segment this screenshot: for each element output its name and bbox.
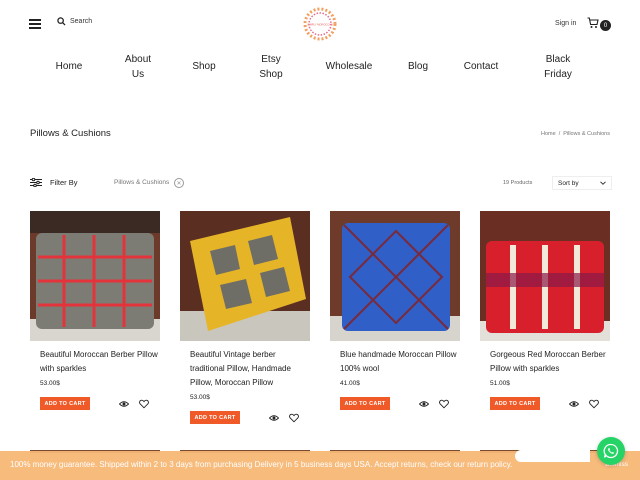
- product-name[interactable]: Beautiful Moroccan Berber Pillow with sp…: [40, 348, 158, 376]
- search-button[interactable]: Search: [57, 17, 92, 26]
- filter-bar: Filter By Pillows & Cushions ✕ 19 Produc…: [30, 176, 612, 190]
- product-card: Beautiful Vintage berber traditional Pil…: [180, 211, 310, 424]
- whatsapp-label-pill: [515, 450, 590, 462]
- whatsapp-chat-button[interactable]: [597, 437, 625, 465]
- breadcrumb-home[interactable]: Home: [541, 131, 556, 137]
- nav-wholesale[interactable]: Wholesale: [319, 59, 379, 74]
- add-to-cart-button[interactable]: ADD TO CART: [490, 397, 540, 410]
- quick-view-eye-icon[interactable]: [569, 399, 579, 409]
- breadcrumb-current: Pillows & Cushions: [563, 131, 610, 137]
- nav-about-us[interactable]: About Us: [118, 52, 158, 82]
- wishlist-heart-icon[interactable]: [289, 413, 299, 423]
- cart-icon: [587, 17, 599, 28]
- site-header: Search SIMPLY MOROCCAN Sign in 0: [0, 0, 640, 48]
- product-name[interactable]: Blue handmade Moroccan Pillow 100% wool: [340, 348, 458, 376]
- search-icon: [57, 17, 66, 26]
- add-to-cart-button[interactable]: ADD TO CART: [190, 411, 240, 424]
- product-image[interactable]: [480, 211, 610, 341]
- wishlist-heart-icon[interactable]: [589, 399, 599, 409]
- site-logo[interactable]: SIMPLY MOROCCAN: [302, 6, 338, 42]
- sort-by-select[interactable]: Sort by: [552, 176, 612, 190]
- sort-by-label: Sort by: [558, 180, 579, 187]
- add-to-cart-button[interactable]: ADD TO CART: [340, 397, 390, 410]
- quick-view-eye-icon[interactable]: [419, 399, 429, 409]
- breadcrumb: Home / Pillows & Cushions: [541, 131, 610, 137]
- remove-filter-close-icon[interactable]: ✕: [174, 178, 184, 188]
- product-image[interactable]: [330, 211, 460, 341]
- filter-sliders-icon[interactable]: [30, 178, 42, 187]
- sign-in-link[interactable]: Sign in: [555, 20, 576, 27]
- nav-blog[interactable]: Blog: [398, 59, 438, 74]
- search-label: Search: [70, 18, 93, 25]
- nav-black-friday[interactable]: Black Friday: [535, 52, 581, 82]
- product-price: 51.00$: [490, 380, 510, 387]
- breadcrumb-separator: /: [558, 131, 561, 137]
- product-count: 19 Products: [503, 180, 533, 186]
- product-price: 53.00$: [40, 380, 60, 387]
- page-title: Pillows & Cushions: [30, 128, 111, 139]
- add-to-cart-button[interactable]: ADD TO CART: [40, 397, 90, 410]
- quick-view-eye-icon[interactable]: [269, 413, 279, 423]
- wishlist-heart-icon[interactable]: [139, 399, 149, 409]
- wishlist-heart-icon[interactable]: [439, 399, 449, 409]
- product-card: Gorgeous Red Moroccan Berber Pillow with…: [480, 211, 610, 410]
- active-filter-chip: Pillows & Cushions: [114, 179, 170, 186]
- filter-by-button[interactable]: Filter By: [50, 178, 78, 187]
- nav-shop[interactable]: Shop: [184, 59, 224, 74]
- banner-text: 100% money guarantee. Shipped within 2 t…: [10, 460, 513, 469]
- nav-home[interactable]: Home: [44, 59, 94, 74]
- cart-count-badge: 0: [600, 20, 611, 31]
- hamburger-menu-icon[interactable]: [29, 19, 41, 29]
- product-name[interactable]: Beautiful Vintage berber traditional Pil…: [190, 348, 308, 390]
- quick-view-eye-icon[interactable]: [119, 399, 129, 409]
- logo-text: SIMPLY MOROCCAN: [307, 23, 333, 27]
- nav-contact[interactable]: Contact: [456, 59, 506, 74]
- product-card: Beautiful Moroccan Berber Pillow with sp…: [30, 211, 160, 410]
- product-image[interactable]: [180, 211, 310, 341]
- cart-button[interactable]: 0: [587, 17, 611, 31]
- main-navigation: Home About Us Shop Etsy Shop Wholesale B…: [0, 50, 640, 86]
- product-card: Blue handmade Moroccan Pillow 100% wool …: [330, 211, 460, 410]
- product-price: 53.00$: [190, 394, 210, 401]
- product-name[interactable]: Gorgeous Red Moroccan Berber Pillow with…: [490, 348, 608, 376]
- chevron-down-icon: [600, 181, 606, 185]
- product-image[interactable]: [30, 211, 160, 341]
- nav-etsy-shop[interactable]: Etsy Shop: [251, 52, 291, 82]
- whatsapp-icon: [603, 443, 619, 459]
- product-price: 41.00$: [340, 380, 360, 387]
